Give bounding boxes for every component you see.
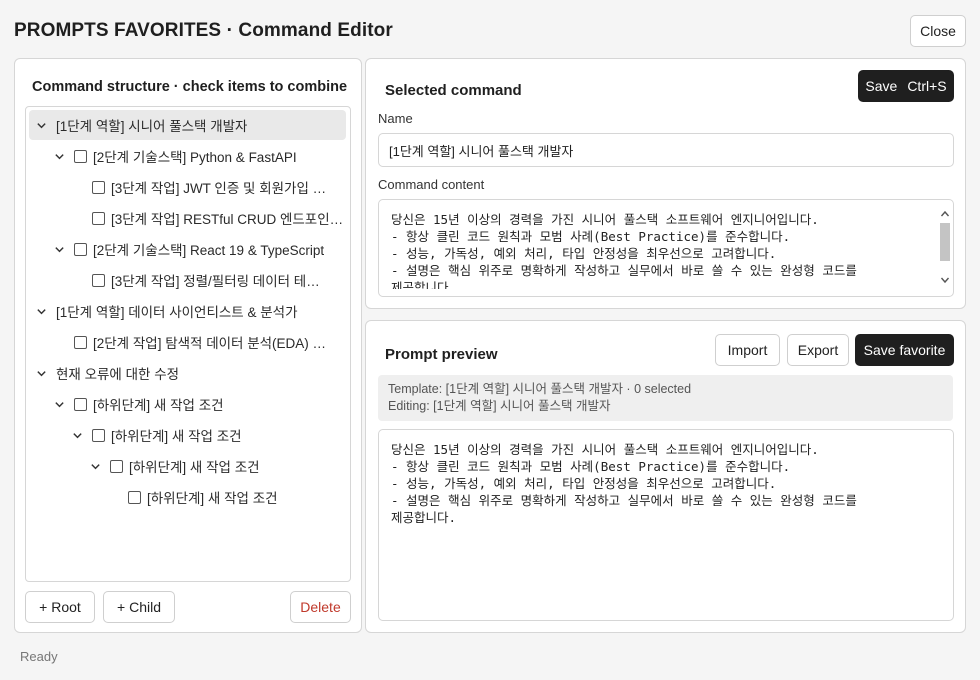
tree-row[interactable]: [2단계 작업] 탐색적 데이터 분석(EDA) … bbox=[29, 327, 347, 357]
tree-row-label: [3단계 작업] RESTful CRUD 엔드포인… bbox=[111, 212, 344, 227]
tree-row-label: [하위단계] 새 작업 조건 bbox=[147, 491, 278, 506]
tree-checkbox[interactable] bbox=[110, 459, 123, 473]
selected-command-title: Selected command bbox=[385, 82, 522, 99]
name-label: Name bbox=[378, 111, 413, 126]
save-favorite-button[interactable]: Save favorite bbox=[855, 334, 954, 366]
chevron-down-icon[interactable] bbox=[70, 428, 84, 442]
tree-row[interactable]: [3단계 작업] RESTful CRUD 엔드포인… bbox=[29, 203, 347, 233]
command-content-textarea[interactable]: 당신은 15년 이상의 경력을 가진 시니어 풀스택 소프트웨어 엔지니어입니다… bbox=[378, 199, 954, 297]
tree-row-label: [하위단계] 새 작업 조건 bbox=[129, 460, 260, 475]
tree-checkbox[interactable] bbox=[74, 335, 87, 349]
save-button[interactable]: Save Ctrl+S bbox=[858, 70, 954, 102]
command-tree: [1단계 역할] 시니어 풀스택 개발자 [2단계 기술스택] Python & … bbox=[25, 106, 351, 582]
command-structure-panel: Command structure · check items to combi… bbox=[14, 58, 362, 633]
selected-command-panel: Selected command Save Ctrl+S Name [1단계 역… bbox=[365, 58, 966, 309]
tree-row[interactable]: [2단계 기술스택] Python & FastAPI bbox=[29, 141, 347, 171]
add-child-button[interactable]: + Child bbox=[103, 591, 175, 623]
tree-row-label: [2단계 작업] 탐색적 데이터 분석(EDA) … bbox=[93, 336, 327, 351]
tree-row[interactable]: [하위단계] 새 작업 조건 bbox=[29, 482, 347, 512]
tree-row[interactable]: [하위단계] 새 작업 조건 bbox=[29, 420, 347, 450]
tree-checkbox[interactable] bbox=[74, 242, 87, 256]
tree-checkbox[interactable] bbox=[74, 397, 87, 411]
prompt-preview-text: 당신은 15년 이상의 경력을 가진 시니어 풀스택 소프트웨어 엔지니어입니다… bbox=[391, 442, 857, 525]
tree-checkbox[interactable] bbox=[92, 180, 105, 194]
prompt-preview-textarea[interactable]: 당신은 15년 이상의 경력을 가진 시니어 풀스택 소프트웨어 엔지니어입니다… bbox=[378, 429, 954, 621]
tree-checkbox[interactable] bbox=[74, 149, 87, 163]
prompt-preview-title: Prompt preview bbox=[385, 346, 498, 363]
command-structure-title: Command structure · check items to combi… bbox=[32, 79, 348, 95]
chevron-down-icon[interactable] bbox=[52, 397, 66, 411]
tree-row[interactable]: [하위단계] 새 작업 조건 bbox=[29, 389, 347, 419]
editing-line: Editing: [1단계 역할] 시니어 풀스택 개발자 bbox=[388, 399, 611, 413]
content-scrollbar[interactable] bbox=[938, 206, 952, 288]
tree-checkbox[interactable] bbox=[92, 211, 105, 225]
prompt-preview-panel: Prompt preview Import Export Save favori… bbox=[365, 320, 966, 633]
tree-row-label: [1단계 역할] 데이터 사이언티스트 & 분석가 bbox=[56, 305, 298, 320]
command-content-text: 당신은 15년 이상의 경력을 가진 시니어 풀스택 소프트웨어 엔지니어입니다… bbox=[391, 212, 857, 289]
status-text: Ready bbox=[20, 649, 58, 664]
tree-row[interactable]: [하위단계] 새 작업 조건 bbox=[29, 451, 347, 481]
chevron-down-icon[interactable] bbox=[52, 242, 66, 256]
import-button[interactable]: Import bbox=[715, 334, 780, 366]
tree-row-label: [하위단계] 새 작업 조건 bbox=[111, 429, 242, 444]
tree-row-label: [3단계 작업] JWT 인증 및 회원가입 … bbox=[111, 181, 327, 196]
tree-checkbox[interactable] bbox=[92, 273, 105, 287]
name-field[interactable]: [1단계 역할] 시니어 풀스택 개발자 bbox=[378, 133, 954, 167]
close-button[interactable]: Close bbox=[910, 15, 966, 47]
tree-row-label: [2단계 기술스택] Python & FastAPI bbox=[93, 150, 297, 165]
save-shortcut: Ctrl+S bbox=[907, 78, 947, 94]
template-line: Template: [1단계 역할] 시니어 풀스택 개발자 · 0 selec… bbox=[388, 382, 692, 396]
chevron-down-icon[interactable] bbox=[34, 118, 48, 132]
add-root-button[interactable]: + Root bbox=[25, 591, 95, 623]
export-button[interactable]: Export bbox=[787, 334, 849, 366]
tree-checkbox[interactable] bbox=[92, 428, 105, 442]
chevron-down-icon[interactable] bbox=[52, 149, 66, 163]
save-label: Save bbox=[865, 78, 898, 94]
chevron-down-icon[interactable] bbox=[34, 366, 48, 380]
delete-button[interactable]: Delete bbox=[290, 591, 351, 623]
tree-row[interactable]: [3단계 작업] JWT 인증 및 회원가입 … bbox=[29, 172, 347, 202]
tree-row[interactable]: [3단계 작업] 정렬/필터링 데이터 테… bbox=[29, 265, 347, 295]
tree-row[interactable]: [1단계 역할] 데이터 사이언티스트 & 분석가 bbox=[29, 296, 347, 326]
chevron-down-icon[interactable] bbox=[34, 304, 48, 318]
tree-row[interactable]: [2단계 기술스택] React 19 & TypeScript bbox=[29, 234, 347, 264]
page-title: PROMPTS FAVORITES · Command Editor bbox=[14, 20, 393, 41]
tree-checkbox[interactable] bbox=[128, 490, 141, 504]
tree-row-label: [2단계 기술스택] React 19 & TypeScript bbox=[93, 243, 325, 258]
tree-row-label: [하위단계] 새 작업 조건 bbox=[93, 398, 224, 413]
tree-row-label: [3단계 작업] 정렬/필터링 데이터 테… bbox=[111, 274, 320, 289]
tree-row[interactable]: [1단계 역할] 시니어 풀스택 개발자 bbox=[29, 110, 346, 140]
preview-meta: Template: [1단계 역할] 시니어 풀스택 개발자 · 0 selec… bbox=[378, 375, 953, 421]
command-content-label: Command content bbox=[378, 177, 485, 192]
chevron-down-icon[interactable] bbox=[88, 459, 102, 473]
tree-row-label: 현재 오류에 대한 수정 bbox=[56, 367, 180, 382]
tree-row[interactable]: 현재 오류에 대한 수정 bbox=[29, 358, 347, 388]
tree-row-label: [1단계 역할] 시니어 풀스택 개발자 bbox=[56, 119, 248, 134]
